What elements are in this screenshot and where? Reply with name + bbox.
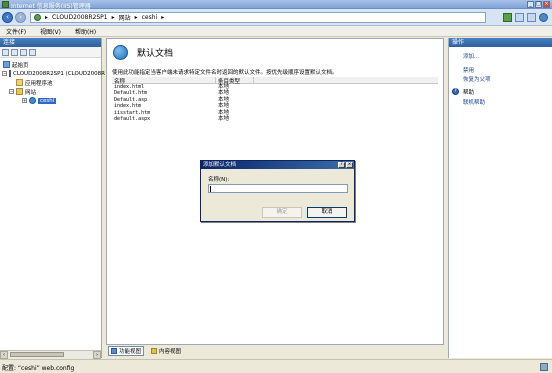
help-group-icon: ? [452, 88, 459, 95]
breadcrumb-site[interactable]: ceshi [142, 14, 158, 21]
tree-item-ceshi[interactable]: + ceshi [0, 96, 101, 105]
dialog-controls: ? × [338, 162, 353, 168]
actions-pane: 操作 添加... 禁用 恢复为父项 ? 帮助 联机帮助 [448, 38, 552, 358]
menu-help[interactable]: 帮助(H) [75, 27, 96, 36]
connections-tree: 起始页 − CLOUD2008R2SP1 (CLOUD2008R 应用程序池 −… [0, 58, 105, 105]
dialog-close-button[interactable]: × [346, 162, 353, 168]
window-controls: _ □ × [527, 1, 550, 8]
collapse-icon[interactable]: − [9, 89, 14, 94]
revert-to-parent-link[interactable]: 恢复为父项 [463, 75, 491, 83]
status-text: 配置: “ceshi” web.config [2, 365, 75, 372]
content-view-icon [151, 348, 158, 354]
server-icon [9, 70, 11, 77]
tab-label: 内容视图 [159, 349, 182, 355]
iis-app-icon [2, 1, 9, 8]
breadcrumb-separator: ▸ [134, 14, 138, 21]
title-bar: Internet 信息服务(IIS)管理器 _ □ × [0, 0, 552, 10]
help-group-label: 帮助 [463, 90, 475, 96]
menu-bar: 文件(F) 视图(V) 帮助(H) [0, 26, 552, 37]
features-view-icon [111, 348, 117, 354]
expand-icon[interactable]: + [22, 98, 27, 103]
scroll-right-icon[interactable]: › [93, 351, 101, 359]
scroll-left-icon[interactable]: ‹ [0, 351, 8, 359]
status-bar: 配置: “ceshi” web.config [0, 359, 552, 373]
tree-item-start-page[interactable]: 起始页 [0, 60, 101, 69]
refresh-icon[interactable] [503, 13, 512, 22]
column-header-name[interactable]: 名称 [112, 77, 216, 85]
doc-name: default.aspx [114, 115, 151, 122]
text-caret [210, 186, 211, 192]
breadcrumb[interactable]: ▸ CLOUD2008R2SP1 ▸ 网站 ▸ ceshi ▸ [30, 12, 486, 23]
connections-pane: 连接 起始页 − CLOUD2008R2SP1 (CLOUD2008R 应用程序… [0, 38, 105, 359]
breadcrumb-separator: ▸ [45, 14, 49, 21]
website-icon [29, 97, 36, 104]
start-page-icon [3, 61, 10, 68]
add-default-document-dialog: 添加默认文档 ? × 名称(N): 确定 取消 [200, 160, 355, 222]
tree-item-label: ceshi [38, 97, 57, 104]
tree-item-sites[interactable]: − 网站 [0, 87, 101, 96]
refresh-connections-icon[interactable] [29, 49, 36, 56]
default-documents-table: 名称 条目类型 index.html 本地 Default.htm 本地 Def… [112, 77, 438, 122]
tree-item-label: 应用程序池 [25, 80, 53, 87]
dialog-title: 添加默认文档 [203, 162, 237, 168]
tree-item-server[interactable]: − CLOUD2008R2SP1 (CLOUD2008R [0, 69, 105, 78]
connect-icon[interactable] [2, 49, 9, 56]
name-input[interactable] [208, 184, 348, 193]
breadcrumb-server[interactable]: CLOUD2008R2SP1 [52, 14, 108, 21]
breadcrumb-sites[interactable]: 网站 [119, 13, 131, 22]
actions-header: 操作 [449, 38, 552, 47]
connections-toolbar [0, 47, 101, 58]
globe-icon [34, 14, 41, 21]
tab-label: 功能视图 [119, 349, 142, 355]
page-title: 默认文档 [137, 49, 174, 59]
add-action-link[interactable]: 添加... [463, 52, 479, 60]
tree-item-label: 起始页 [12, 62, 29, 69]
default-document-icon [113, 45, 128, 60]
maximize-button[interactable]: □ [535, 1, 542, 8]
help-icon[interactable] [539, 13, 548, 22]
menu-file[interactable]: 文件(F) [6, 27, 26, 36]
close-button[interactable]: × [543, 1, 550, 8]
feature-description: 使用此功能指定当客户端未请求特定文件名时返回的默认文件。按优先级顺序设置默认文档… [112, 70, 338, 76]
connections-header: 连接 [0, 38, 101, 47]
address-bar: ‹ › ▸ CLOUD2008R2SP1 ▸ 网站 ▸ ceshi ▸ [0, 9, 552, 26]
address-tools [503, 13, 548, 22]
tree-item-label: CLOUD2008R2SP1 (CLOUD2008R [13, 70, 105, 77]
column-header-entry-type[interactable]: 条目类型 [216, 77, 254, 85]
ok-button[interactable]: 确定 [262, 207, 302, 218]
stop-icon[interactable] [515, 13, 524, 22]
sites-folder-icon [16, 88, 23, 95]
minimize-button[interactable]: _ [527, 1, 534, 8]
online-help-link[interactable]: 联机帮助 [463, 98, 485, 106]
cancel-button[interactable]: 取消 [307, 207, 347, 218]
tab-content-view[interactable]: 内容视图 [148, 346, 184, 356]
doc-type: 本地 [218, 115, 230, 122]
app-pool-icon [16, 79, 23, 86]
menu-view[interactable]: 视图(V) [40, 27, 61, 36]
table-row[interactable]: default.aspx 本地 [112, 116, 438, 122]
scroll-thumb[interactable] [10, 352, 64, 357]
tab-features-view[interactable]: 功能视图 [108, 346, 145, 356]
breadcrumb-separator: ▸ [111, 14, 115, 21]
back-button[interactable]: ‹ [2, 12, 13, 23]
forward-button[interactable]: › [15, 12, 26, 23]
table-header: 名称 条目类型 [112, 77, 438, 85]
collapse-icon[interactable]: − [2, 71, 7, 76]
view-tabs: 功能视图 内容视图 [106, 345, 444, 357]
save-icon[interactable] [11, 49, 18, 56]
breadcrumb-separator: ▸ [161, 14, 165, 21]
home-icon[interactable] [527, 13, 536, 22]
dialog-help-button[interactable]: ? [338, 162, 345, 168]
name-label: 名称(N): [208, 177, 230, 183]
disable-action-link[interactable]: 禁用 [463, 66, 474, 74]
dialog-title-bar: 添加默认文档 ? × [201, 161, 354, 169]
tree-item-label: 网站 [25, 89, 37, 96]
tree-item-app-pools[interactable]: 应用程序池 [0, 78, 101, 87]
up-icon[interactable] [20, 49, 27, 56]
network-status-icon [540, 363, 548, 371]
horizontal-scrollbar[interactable]: ‹ › [0, 350, 101, 359]
